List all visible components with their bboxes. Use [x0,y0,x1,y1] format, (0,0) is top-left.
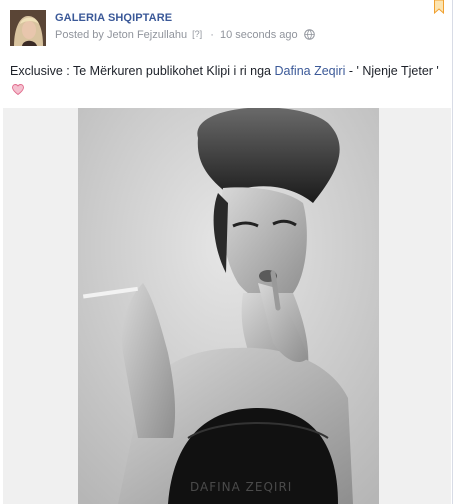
photo-watermark: DAFINA ZEQIRI [190,480,293,494]
message-text-end: - ' Njenje Tjeter ' [345,64,439,78]
meta-separator: · [210,29,214,41]
feed-post: GALERIA SHQIPTARE Posted by Jeton Fejzul… [0,0,453,504]
post-timestamp[interactable]: 10 seconds ago [220,29,298,41]
author-link[interactable]: Jeton Fejzullahu [107,29,187,41]
page-name-link[interactable]: GALERIA SHQIPTARE [55,12,172,24]
bookmark-icon[interactable] [434,0,444,15]
author-ref-marker[interactable]: [?] [190,29,204,39]
avatar-image [10,10,46,46]
posted-by-label: Posted by [55,29,104,41]
post-meta: Posted by Jeton Fejzullahu [?] · 10 seco… [55,29,315,43]
globe-icon[interactable] [303,29,315,43]
photo-image [78,108,379,504]
page-avatar[interactable] [10,10,46,46]
post-photo[interactable] [78,108,379,504]
message-text-start: Exclusive : Te Mërkuren publikohet Klipi… [10,64,275,78]
post-message: Exclusive : Te Mërkuren publikohet Klipi… [10,62,440,100]
tagged-artist-link[interactable]: Dafina Zeqiri [274,64,345,78]
heart-icon [12,82,24,100]
